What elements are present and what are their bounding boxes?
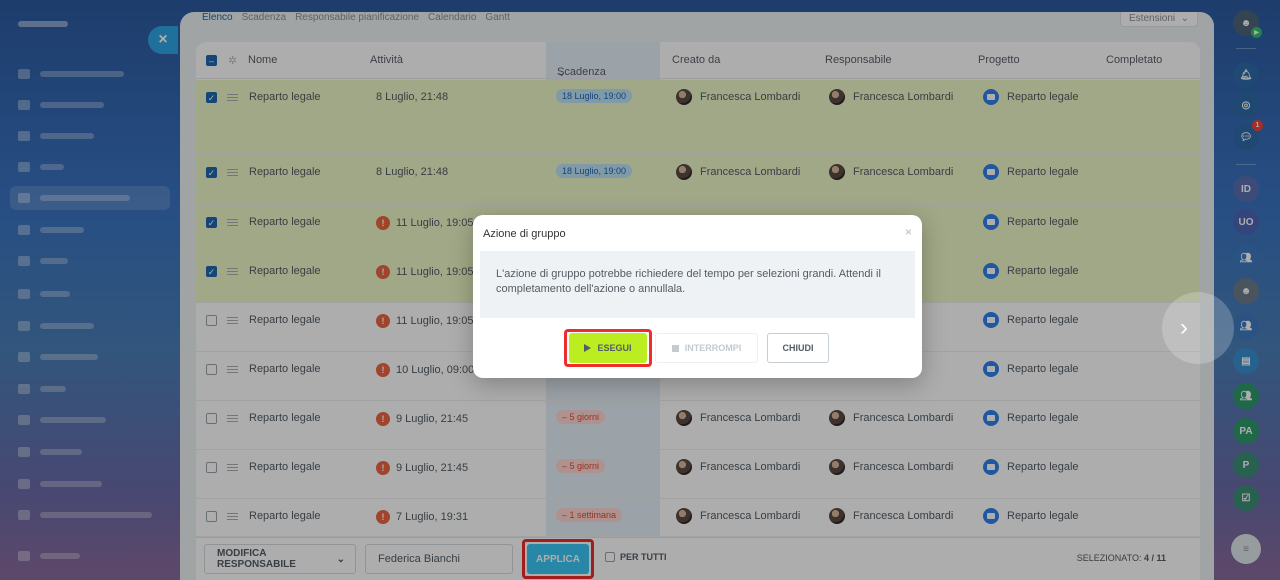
stop-label: INTERROMPI (684, 343, 742, 353)
group-action-dialog: Azione di gruppo × L'azione di gruppo po… (473, 215, 922, 378)
next-arrow-button[interactable]: › (1162, 292, 1234, 364)
dialog-title: Azione di gruppo (483, 228, 566, 240)
dialog-close-icon[interactable]: × (905, 225, 912, 239)
close-button[interactable]: CHIUDI (767, 333, 829, 363)
run-highlight (564, 329, 652, 367)
stop-icon (671, 344, 679, 352)
chevron-right-icon: › (1180, 314, 1188, 341)
dialog-message: L'azione di gruppo potrebbe richiedere d… (480, 251, 915, 318)
stop-button[interactable]: INTERROMPI (655, 333, 758, 363)
